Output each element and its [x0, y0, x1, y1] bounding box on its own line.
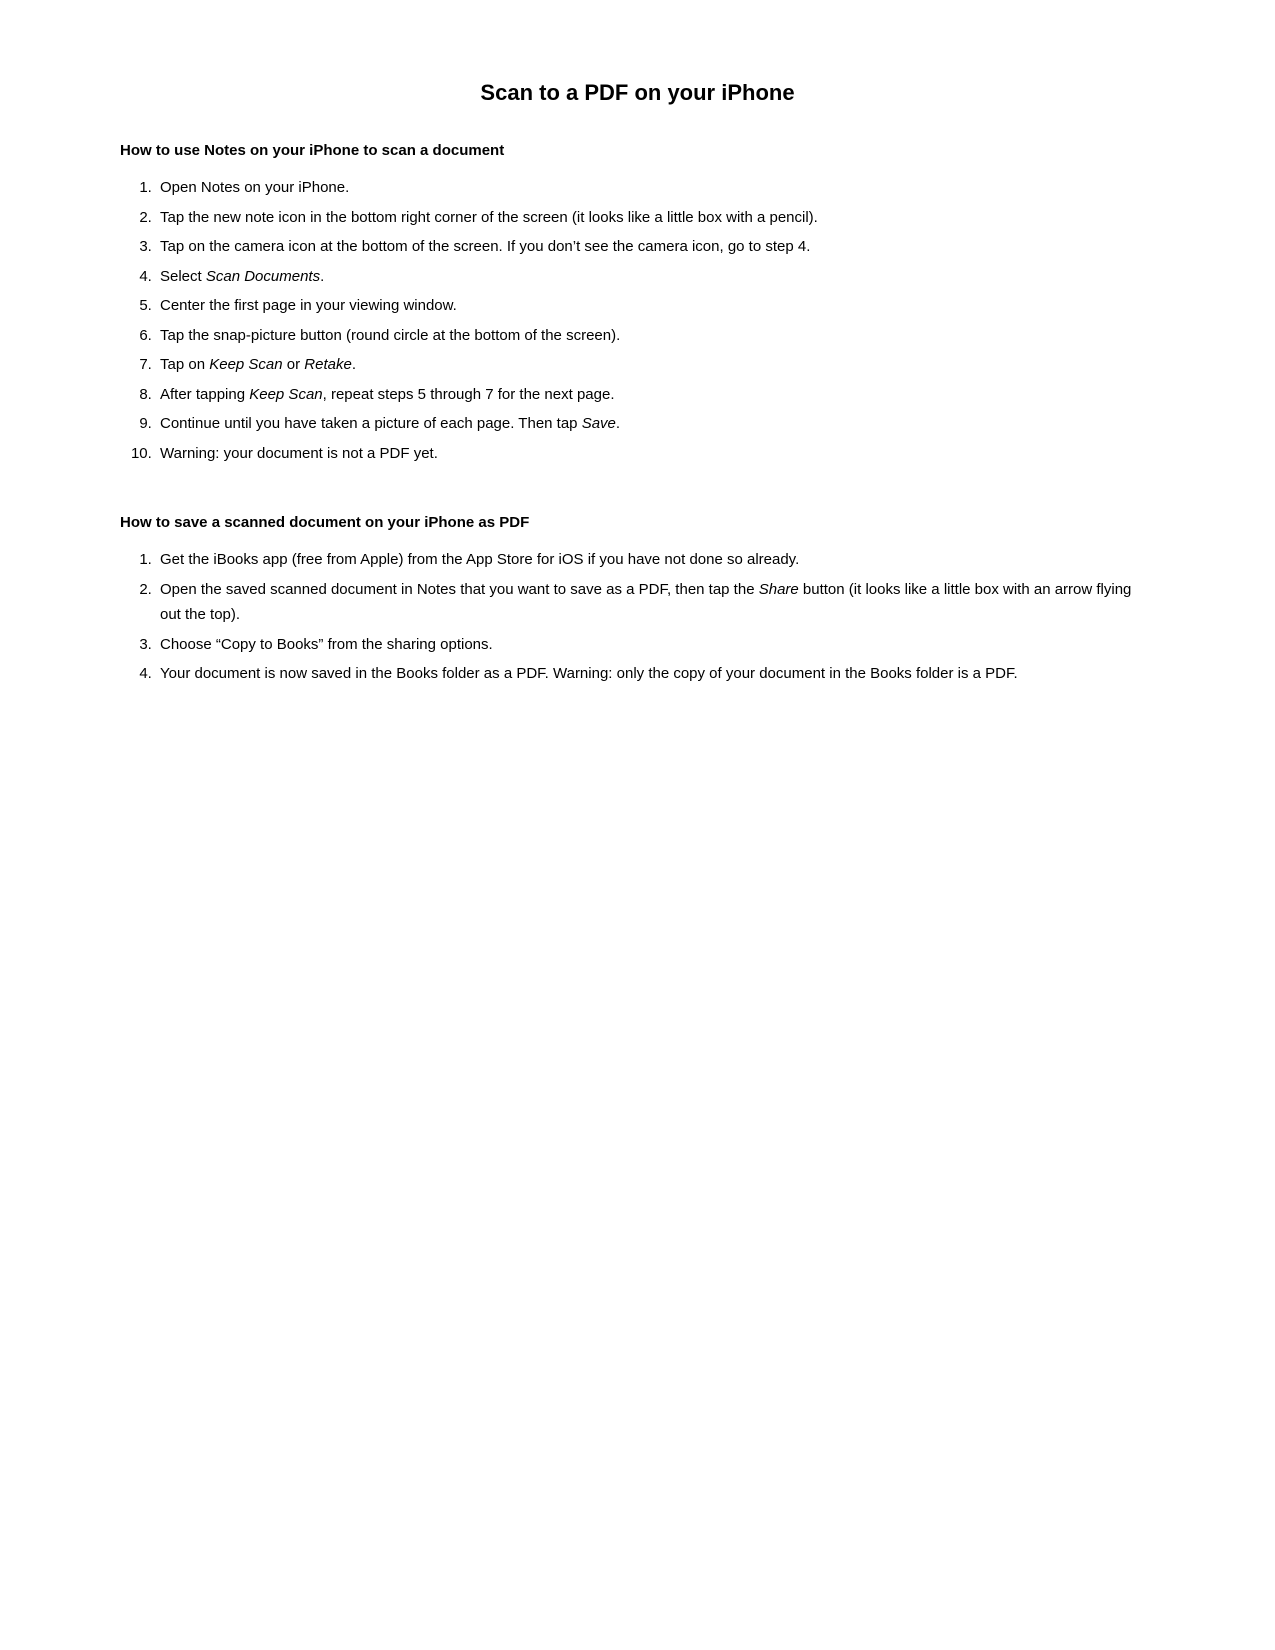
section-1: How to use Notes on your iPhone to scan … — [120, 142, 1155, 466]
list-item: Tap the new note icon in the bottom righ… — [156, 205, 1155, 231]
list-item: Select Scan Documents. — [156, 264, 1155, 290]
section-2-heading: How to save a scanned document on your i… — [120, 514, 1155, 531]
list-item: Open the saved scanned document in Notes… — [156, 577, 1155, 628]
list-item: Get the iBooks app (free from Apple) fro… — [156, 547, 1155, 573]
list-item: Tap the snap-picture button (round circl… — [156, 323, 1155, 349]
list-item: Open Notes on your iPhone. — [156, 175, 1155, 201]
list-item: Center the first page in your viewing wi… — [156, 293, 1155, 319]
list-item: Your document is now saved in the Books … — [156, 661, 1155, 687]
list-item: Continue until you have taken a picture … — [156, 411, 1155, 437]
section-1-list: Open Notes on your iPhone. Tap the new no… — [156, 175, 1155, 466]
page-title: Scan to a PDF on your iPhone — [120, 80, 1155, 106]
section-1-heading: How to use Notes on your iPhone to scan … — [120, 142, 1155, 159]
list-item: Warning: your document is not a PDF yet. — [156, 441, 1155, 467]
list-item: Choose “Copy to Books” from the sharing … — [156, 632, 1155, 658]
list-item: Tap on Keep Scan or Retake. — [156, 352, 1155, 378]
section-2-list: Get the iBooks app (free from Apple) fro… — [156, 547, 1155, 687]
list-item: Tap on the camera icon at the bottom of … — [156, 234, 1155, 260]
section-2: How to save a scanned document on your i… — [120, 514, 1155, 687]
list-item: After tapping Keep Scan, repeat steps 5 … — [156, 382, 1155, 408]
